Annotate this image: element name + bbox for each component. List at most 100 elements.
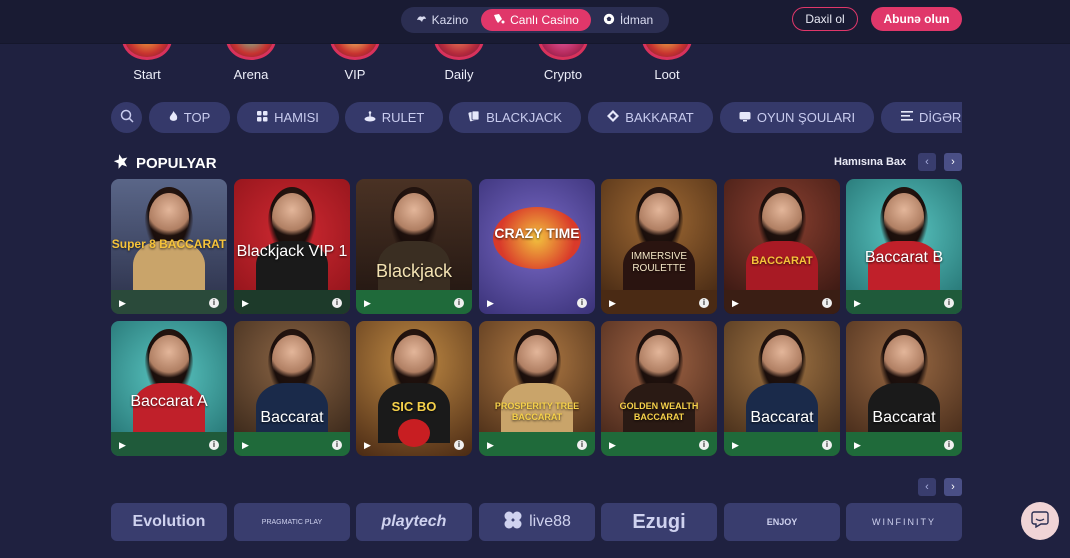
info-icon[interactable]: i xyxy=(209,440,219,450)
info-icon[interactable]: i xyxy=(944,440,954,450)
section-title-text: POPULYAR xyxy=(136,154,217,172)
tab-live-casino-label: Canlı Casino xyxy=(510,13,579,27)
game-card-golden-wealth[interactable]: GOLDEN WEALTH BACCARAT ▶ i xyxy=(601,321,717,456)
play-icon: ▶ xyxy=(487,298,494,308)
game-title: Baccarat A xyxy=(130,393,208,410)
game-title: Baccarat B xyxy=(864,249,944,266)
info-icon[interactable]: i xyxy=(577,298,587,308)
info-icon[interactable]: i xyxy=(822,440,832,450)
promo-label: VIP xyxy=(344,67,366,82)
info-icon[interactable]: i xyxy=(699,298,709,308)
provider-pragmatic-play[interactable]: PRAGMATIC PLAY xyxy=(234,503,350,541)
filter-bakkarat[interactable]: BAKKARAT xyxy=(588,102,713,133)
tab-kazino[interactable]: Kazino xyxy=(403,9,481,31)
play-icon: ▶ xyxy=(242,298,249,308)
promo-label: Start xyxy=(133,67,161,82)
dealer-face xyxy=(639,335,679,383)
promo-label: Loot xyxy=(654,67,680,82)
info-icon[interactable]: i xyxy=(944,298,954,308)
game-card-baccarat-3[interactable]: Baccarat ▶ i xyxy=(846,321,962,456)
game-title: Blackjack VIP 1 xyxy=(236,243,348,260)
promo-label: Daily xyxy=(444,67,474,82)
provider-label: Ezugi xyxy=(632,510,686,533)
provider-playtech[interactable]: playtech xyxy=(356,503,472,541)
tv-show-icon xyxy=(739,111,751,125)
game-title: PROSPERITY TREE BACCARAT xyxy=(494,401,580,422)
play-icon: ▶ xyxy=(854,440,861,450)
filter-blackjack[interactable]: BLACKJACK xyxy=(449,102,581,133)
info-icon[interactable]: i xyxy=(454,298,464,308)
game-card-baccarat-1[interactable]: Baccarat ▶ i xyxy=(234,321,350,456)
chat-support-button[interactable] xyxy=(1021,502,1059,540)
info-icon[interactable]: i xyxy=(822,298,832,308)
game-card-blackjack-vip[interactable]: Blackjack VIP 1 ▶ i xyxy=(234,179,350,314)
login-button[interactable]: Daxil ol xyxy=(792,7,858,31)
info-icon[interactable]: i xyxy=(454,440,464,450)
game-card-baccarat-b[interactable]: Baccarat B ▶ i xyxy=(846,179,962,314)
game-title: SIC BO xyxy=(391,399,437,414)
game-title: IMMERSIVE ROULETTE xyxy=(630,251,688,274)
info-icon[interactable]: i xyxy=(209,298,219,308)
chevron-left-icon: ‹ xyxy=(925,156,929,168)
provider-evolution[interactable]: Evolution xyxy=(111,503,227,541)
game-card-blackjack[interactable]: Blackjack ▶ i xyxy=(356,179,472,314)
promo-categories: Start Arena VIP Daily Crypto Loot xyxy=(0,18,1070,90)
product-switcher: Kazino Canlı Casino İdman xyxy=(401,7,669,33)
section-title: POPULYAR xyxy=(113,153,217,173)
dealer-face xyxy=(884,335,924,383)
tab-idman-label: İdman xyxy=(619,13,654,27)
filter-rulet[interactable]: RULET xyxy=(345,102,443,133)
play-icon: ▶ xyxy=(732,440,739,450)
next-button[interactable]: › xyxy=(944,153,962,171)
dealer-face xyxy=(272,335,312,383)
provider-winfinity[interactable]: WINFINITY xyxy=(846,503,962,541)
provider-label: WINFINITY xyxy=(872,517,936,527)
game-title: Super 8 BACCARAT xyxy=(111,237,227,251)
info-icon[interactable]: i xyxy=(332,440,342,450)
game-title: Baccarat xyxy=(260,409,324,426)
filter-top[interactable]: TOP xyxy=(149,102,230,133)
play-icon: ▶ xyxy=(854,298,861,308)
providers-prev-button[interactable]: ‹ xyxy=(918,478,936,496)
filter-diger[interactable]: DİGƏR xyxy=(881,102,962,133)
search-button[interactable] xyxy=(111,102,142,133)
signup-button[interactable]: Abunə olun xyxy=(871,7,962,31)
providers-next-button[interactable]: › xyxy=(944,478,962,496)
play-icon: ▶ xyxy=(364,298,371,308)
filter-hamisi[interactable]: HAMISI xyxy=(237,102,339,133)
dealer-face xyxy=(394,335,434,383)
game-card-super8-baccarat[interactable]: Super 8 BACCARAT ▶ i xyxy=(111,179,227,314)
prev-button[interactable]: ‹ xyxy=(918,153,936,171)
game-card-baccarat-speed[interactable]: BACCARAT ▶ i xyxy=(724,179,840,314)
filter-label: BLACKJACK xyxy=(486,110,562,125)
provider-ezugi[interactable]: Ezugi xyxy=(601,503,717,541)
provider-live88[interactable]: live88 xyxy=(479,503,595,541)
provider-enjoy[interactable]: ENJOY xyxy=(724,503,840,541)
diamond-icon xyxy=(607,110,620,125)
info-icon[interactable]: i xyxy=(332,298,342,308)
game-title: Baccarat xyxy=(750,409,814,426)
game-card-baccarat-a[interactable]: Baccarat A ▶ i xyxy=(111,321,227,456)
star-icon xyxy=(113,153,129,173)
filter-label: OYUN ŞOULARI xyxy=(756,110,856,125)
game-card-prosperity-tree[interactable]: PROSPERITY TREE BACCARAT ▶ i xyxy=(479,321,595,456)
see-all-link[interactable]: Hamısına Bax xyxy=(834,156,906,168)
play-icon: ▶ xyxy=(487,440,494,450)
game-card-sic-bo[interactable]: SIC BO ▶ i xyxy=(356,321,472,456)
info-icon[interactable]: i xyxy=(577,440,587,450)
game-card-immersive-roulette[interactable]: IMMERSIVE ROULETTE ▶ i xyxy=(601,179,717,314)
dealer-face xyxy=(394,193,434,241)
dealer-face xyxy=(639,193,679,241)
tab-idman[interactable]: İdman xyxy=(591,9,665,31)
game-card-baccarat-2[interactable]: Baccarat ▶ i xyxy=(724,321,840,456)
play-icon: ▶ xyxy=(119,440,126,450)
dealer-face xyxy=(762,193,802,241)
roulette-icon xyxy=(364,110,376,125)
play-icon: ▶ xyxy=(732,298,739,308)
info-icon[interactable]: i xyxy=(699,440,709,450)
category-filters: TOP HAMISI RULET BLACKJACK BAKKARAT OYUN… xyxy=(111,102,962,133)
tab-live-casino[interactable]: Canlı Casino xyxy=(481,9,591,31)
filter-oyun-soulari[interactable]: OYUN ŞOULARI xyxy=(720,102,874,133)
soccer-ball-icon xyxy=(603,13,615,28)
game-card-crazy-time[interactable]: CRAZY TIME ▶ i xyxy=(479,179,595,314)
